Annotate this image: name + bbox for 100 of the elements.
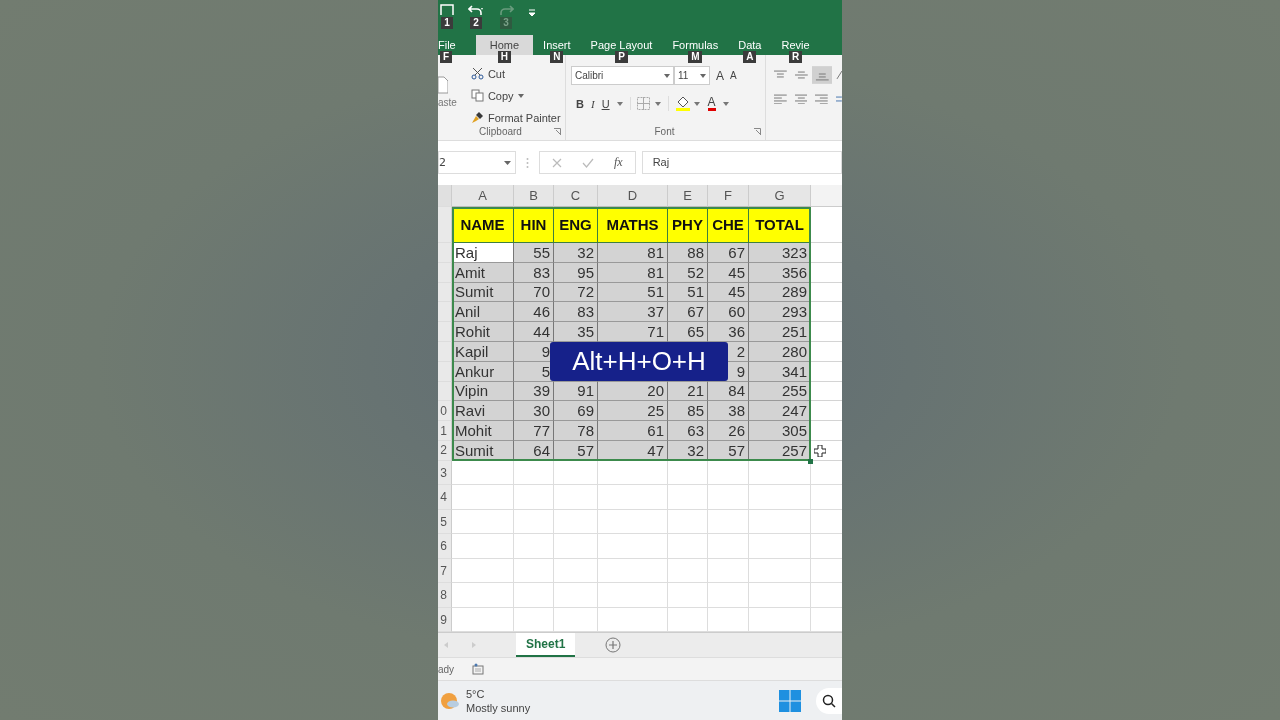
column-header[interactable] [811, 185, 842, 207]
select-all-corner[interactable] [438, 185, 452, 207]
windows-start-icon[interactable] [779, 689, 801, 712]
check-icon[interactable] [582, 157, 594, 168]
table-cell [598, 583, 668, 608]
table-cell: 51 [598, 282, 668, 303]
table-cell [708, 583, 749, 608]
keytip: N [550, 51, 564, 63]
save-icon[interactable] [440, 4, 454, 16]
column-header[interactable]: G [749, 185, 811, 207]
table-cell: 64 [514, 440, 554, 461]
format-painter-button[interactable]: Format Painter [470, 107, 561, 128]
caret-icon[interactable] [616, 101, 623, 106]
add-sheet-icon[interactable] [605, 637, 622, 654]
row-header[interactable]: 5 [438, 509, 452, 535]
column-header[interactable]: D [598, 185, 668, 207]
align-center-icon[interactable] [794, 94, 808, 104]
orientation-icon[interactable] [836, 70, 842, 80]
row-header[interactable] [438, 302, 452, 323]
wrap-icon[interactable] [836, 94, 842, 104]
cursor-icon [814, 444, 826, 457]
copy-button[interactable]: Copy [470, 85, 561, 106]
fill-color-icon[interactable] [667, 96, 701, 111]
scroll-right-icon[interactable] [472, 642, 476, 649]
name-box[interactable]: 2 [438, 151, 516, 174]
bold-button[interactable]: B [576, 97, 584, 110]
group-label: Clipboard [478, 126, 523, 137]
scroll-left-icon[interactable] [444, 642, 448, 649]
row-header[interactable]: 4 [438, 485, 452, 510]
top-align-icon[interactable] [774, 70, 787, 80]
row-header[interactable] [438, 262, 452, 283]
table-cell: 32 [668, 440, 708, 461]
table-cell [668, 583, 708, 608]
shrink-font-button[interactable]: A [730, 70, 737, 81]
column-header[interactable]: E [668, 185, 708, 207]
table-cell: 25 [598, 401, 668, 422]
font-color-button[interactable]: A [707, 96, 716, 111]
row-header[interactable] [438, 282, 452, 303]
grow-font-button[interactable]: A [716, 68, 724, 83]
table-cell [668, 509, 708, 535]
table-cell: Raj [452, 243, 514, 263]
row-header[interactable] [438, 207, 452, 243]
accessibility-icon[interactable] [472, 663, 485, 676]
column-header[interactable]: C [554, 185, 598, 207]
underline-button[interactable]: U [601, 97, 610, 110]
row-header[interactable] [438, 243, 452, 263]
table-cell: 61 [598, 421, 668, 441]
font-name-field[interactable]: Calibri [571, 66, 674, 85]
table-cell [452, 558, 514, 584]
table-cell [514, 485, 554, 510]
search-button[interactable] [816, 687, 842, 714]
row-header[interactable]: 8 [438, 583, 452, 608]
row-header[interactable]: 7 [438, 558, 452, 584]
search-icon [822, 693, 836, 708]
dialog-launcher-icon[interactable] [554, 128, 561, 135]
italic-button[interactable]: I [590, 97, 595, 110]
paste-icon[interactable] [438, 73, 448, 95]
column-header[interactable]: A [452, 185, 514, 207]
row-header[interactable]: 6 [438, 534, 452, 559]
column-header[interactable]: B [514, 185, 554, 207]
table-cell [554, 509, 598, 535]
formula-field[interactable]: Raj [641, 151, 842, 174]
shortcut-caption: Alt+H+O+H [550, 342, 728, 381]
borders-icon[interactable] [629, 97, 661, 110]
row-header[interactable] [438, 322, 452, 342]
sheet-tab[interactable]: Sheet1 [516, 633, 576, 658]
paste-label[interactable]: aste [438, 97, 457, 108]
cut-button[interactable]: Cut [470, 63, 561, 84]
bottom-align-icon[interactable] [811, 66, 833, 84]
table-cell: 77 [514, 421, 554, 441]
customize-icon[interactable] [528, 9, 536, 17]
row-header[interactable]: 3 [438, 460, 452, 486]
table-cell: 57 [554, 440, 598, 461]
weather-icon[interactable] [440, 690, 460, 711]
dialog-launcher-icon[interactable] [754, 128, 761, 135]
row-header[interactable] [438, 381, 452, 402]
align-left-icon[interactable] [774, 94, 787, 104]
row-header[interactable]: 2 [438, 440, 452, 461]
table-cell [708, 485, 749, 510]
fill-handle[interactable] [808, 458, 813, 464]
caret-icon[interactable] [722, 101, 729, 106]
cancel-icon[interactable] [552, 157, 562, 168]
keytip: M [688, 51, 703, 63]
font-size-field[interactable]: 11 [674, 66, 710, 85]
table-cell [598, 509, 668, 535]
insert-function-button[interactable]: fx [614, 155, 623, 170]
align-right-icon[interactable] [815, 94, 829, 104]
column-header[interactable]: F [708, 185, 749, 207]
row-header[interactable]: 1 [438, 421, 452, 441]
row-header[interactable]: 9 [438, 607, 452, 633]
table-cell: CHE [708, 207, 749, 243]
row-header[interactable] [438, 342, 452, 362]
undo-icon[interactable] [468, 4, 484, 16]
row-header[interactable] [438, 361, 452, 382]
middle-align-icon[interactable] [794, 70, 808, 80]
row-header[interactable]: 0 [438, 401, 452, 422]
table-cell [554, 558, 598, 584]
drag-handle-icon[interactable] [526, 156, 529, 169]
table-cell: 57 [708, 440, 749, 461]
table-cell [668, 460, 708, 486]
